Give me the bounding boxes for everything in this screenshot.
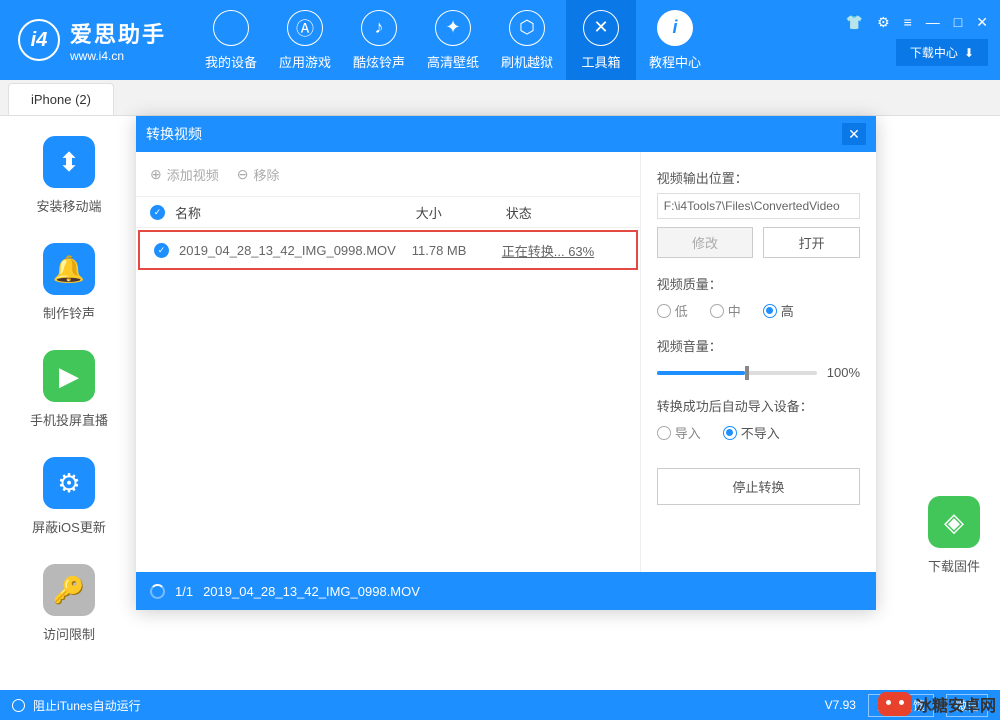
itunes-block-toggle[interactable]: 阻止iTunes自动运行 xyxy=(33,697,141,714)
window-controls: 👕 ⚙ ≡ — □ ✕ xyxy=(846,14,988,31)
col-size: 大小 xyxy=(416,203,506,222)
main-content: ⬍安装移动端 🔔制作铃声 ▶手机投屏直播 ⚙屏蔽iOS更新 🔑访问限制 ◈ 下载… xyxy=(0,116,1000,690)
bell-icon: ♪ xyxy=(361,10,397,46)
col-status: 状态 xyxy=(506,203,626,222)
app-icon: Ⓐ xyxy=(287,10,323,46)
close-icon[interactable]: ✕ xyxy=(976,14,988,31)
volume-slider[interactable] xyxy=(657,371,817,375)
side-block-update[interactable]: ⚙屏蔽iOS更新 xyxy=(32,457,106,536)
version-label: V7.93 xyxy=(825,698,856,712)
side-download-firmware[interactable]: ◈ 下载固件 xyxy=(928,496,980,575)
output-path-input[interactable] xyxy=(657,193,860,219)
add-icon: ⊕ xyxy=(150,166,162,183)
output-path-label: 视频输出位置： xyxy=(657,168,860,187)
gear-icon: ⚙ xyxy=(43,457,95,509)
quality-label: 视频质量： xyxy=(657,274,860,293)
nav-jailbreak[interactable]: ⬡刷机越狱 xyxy=(492,0,562,80)
app-header: i4 爱思助手 www.i4.cn 我的设备 Ⓐ应用游戏 ♪酷炫铃声 ✦高清壁纸… xyxy=(0,0,1000,80)
status-bar: 阻止iTunes自动运行 V7.93 意见反馈 微信 xyxy=(0,690,1000,720)
app-name: 爱思助手 xyxy=(70,17,166,49)
logo-icon: i4 xyxy=(18,19,60,61)
sparkle-icon: ✦ xyxy=(435,10,471,46)
modify-button[interactable]: 修改 xyxy=(657,227,754,258)
install-icon: ⬍ xyxy=(43,136,95,188)
import-no-radio[interactable]: 不导入 xyxy=(723,423,780,442)
modal-title-bar: 转换视频 ✕ xyxy=(136,116,876,152)
app-url: www.i4.cn xyxy=(70,49,166,63)
nav-toolbox[interactable]: ✕工具箱 xyxy=(566,0,636,80)
row-size: 11.78 MB xyxy=(412,243,502,258)
nav-device[interactable]: 我的设备 xyxy=(196,0,266,80)
cube-icon: ◈ xyxy=(928,496,980,548)
quality-mid-radio[interactable]: 中 xyxy=(710,301,741,320)
modal-close-button[interactable]: ✕ xyxy=(842,123,866,145)
volume-value: 100% xyxy=(827,365,860,380)
box-icon: ⬡ xyxy=(509,10,545,46)
logo: i4 爱思助手 www.i4.cn xyxy=(18,17,166,63)
feedback-button[interactable]: 意见反馈 xyxy=(868,694,934,717)
progress-file: 2019_04_28_13_42_IMG_0998.MOV xyxy=(203,584,420,599)
apple-icon xyxy=(213,10,249,46)
col-name: 名称 xyxy=(175,203,416,222)
minimize-icon[interactable]: — xyxy=(926,14,940,31)
nav-ringtones[interactable]: ♪酷炫铃声 xyxy=(344,0,414,80)
autoimport-label: 转换成功后自动导入设备： xyxy=(657,396,860,415)
progress-count: 1/1 xyxy=(175,584,193,599)
tool-sidebar: ⬍安装移动端 🔔制作铃声 ▶手机投屏直播 ⚙屏蔽iOS更新 🔑访问限制 xyxy=(0,136,138,643)
import-yes-radio[interactable]: 导入 xyxy=(657,423,701,442)
volume-label: 视频音量： xyxy=(657,336,860,355)
list-header: ✓ 名称 大小 状态 xyxy=(136,196,640,228)
remove-video-button[interactable]: ⊖移除 xyxy=(237,165,280,184)
side-install[interactable]: ⬍安装移动端 xyxy=(36,136,101,215)
remove-icon: ⊖ xyxy=(237,166,249,183)
shirt-icon[interactable]: 👕 xyxy=(846,14,863,31)
row-checkbox[interactable]: ✓ xyxy=(154,243,169,258)
row-status: 正在转换... 63% xyxy=(502,241,622,260)
download-center-button[interactable]: 下载中心⬇ xyxy=(896,39,988,66)
quality-high-radio[interactable]: 高 xyxy=(763,301,794,320)
download-icon: ⬇ xyxy=(964,46,974,60)
key-icon: 🔑 xyxy=(43,564,95,616)
modal-progress-bar: 1/1 2019_04_28_13_42_IMG_0998.MOV xyxy=(136,572,876,610)
tab-iphone[interactable]: iPhone (2) xyxy=(8,83,114,115)
device-tabs: iPhone (2) xyxy=(0,80,1000,116)
row-name: 2019_04_28_13_42_IMG_0998.MOV xyxy=(179,243,412,258)
play-icon: ▶ xyxy=(43,350,95,402)
menu-icon[interactable]: ≡ xyxy=(904,14,912,31)
top-nav: 我的设备 Ⓐ应用游戏 ♪酷炫铃声 ✦高清壁纸 ⬡刷机越狱 ✕工具箱 i教程中心 xyxy=(196,0,710,80)
gear-icon[interactable]: ⚙ xyxy=(877,14,890,31)
wechat-button[interactable]: 微信 xyxy=(946,694,988,717)
convert-video-modal: 转换视频 ✕ ⊕添加视频 ⊖移除 ✓ 名称 大小 状态 ✓ 2019_04_28… xyxy=(136,116,876,610)
nav-tutorials[interactable]: i教程中心 xyxy=(640,0,710,80)
info-icon: i xyxy=(657,10,693,46)
tools-icon: ✕ xyxy=(583,10,619,46)
open-button[interactable]: 打开 xyxy=(763,227,860,258)
side-restriction[interactable]: 🔑访问限制 xyxy=(43,564,95,643)
stop-convert-button[interactable]: 停止转换 xyxy=(657,468,860,505)
video-list-panel: ⊕添加视频 ⊖移除 ✓ 名称 大小 状态 ✓ 2019_04_28_13_42_… xyxy=(136,152,641,572)
modal-title: 转换视频 xyxy=(146,124,202,144)
maximize-icon[interactable]: □ xyxy=(954,14,962,31)
quality-low-radio[interactable]: 低 xyxy=(657,301,688,320)
side-ringtone[interactable]: 🔔制作铃声 xyxy=(43,243,95,322)
bell-icon: 🔔 xyxy=(43,243,95,295)
spinner-icon xyxy=(150,584,165,599)
video-list-row[interactable]: ✓ 2019_04_28_13_42_IMG_0998.MOV 11.78 MB… xyxy=(138,230,638,270)
add-video-button[interactable]: ⊕添加视频 xyxy=(150,165,219,184)
nav-apps[interactable]: Ⓐ应用游戏 xyxy=(270,0,340,80)
nav-wallpaper[interactable]: ✦高清壁纸 xyxy=(418,0,488,80)
select-all-checkbox[interactable]: ✓ xyxy=(150,205,165,220)
status-indicator-icon xyxy=(12,699,25,712)
settings-panel: 视频输出位置： 修改 打开 视频质量： 低 中 高 视频音 xyxy=(641,152,876,572)
side-screencast[interactable]: ▶手机投屏直播 xyxy=(30,350,108,429)
